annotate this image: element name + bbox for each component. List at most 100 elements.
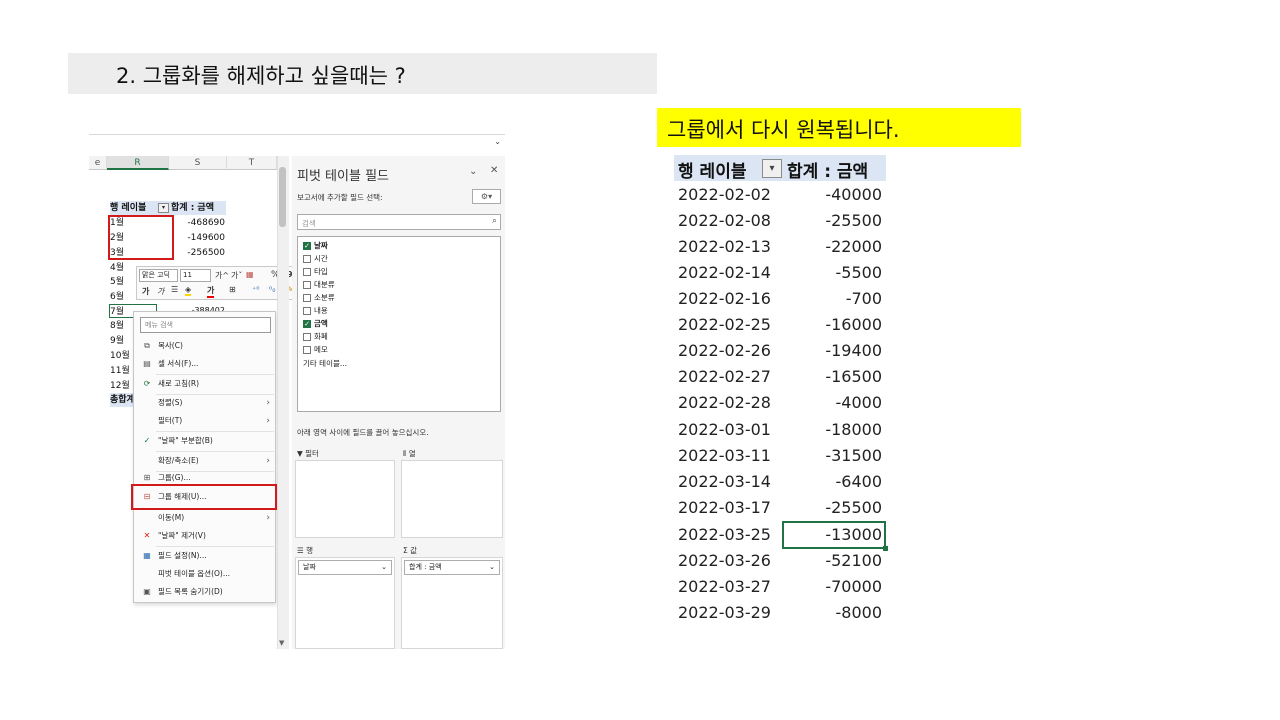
menu-item-move[interactable]: 이동(M) › <box>134 510 275 526</box>
columns-drop-area[interactable] <box>401 460 503 538</box>
pivot-row-label[interactable]: 9월 <box>110 334 124 348</box>
menu-item-pivot-options[interactable]: 피벗 테이블 옵션(O)... <box>134 566 275 582</box>
table-row[interactable]: 2022-02-25 -16000 <box>674 312 886 338</box>
checkbox[interactable] <box>303 307 311 315</box>
field-item[interactable]: 화폐 <box>303 330 328 343</box>
filter-drop-area[interactable] <box>295 460 395 538</box>
currency-format-icon[interactable]: ▦ <box>246 270 254 279</box>
decrease-decimal-icon[interactable]: ⁰₀ <box>269 285 275 294</box>
fill-color-icon[interactable]: ◈ <box>185 285 192 296</box>
field-item[interactable]: 소분류 <box>303 291 335 304</box>
table-row[interactable]: 2022-02-27 -16500 <box>674 364 886 390</box>
field-item[interactable]: 타입 <box>303 265 328 278</box>
pivot-row-label[interactable]: 4월 <box>110 261 124 275</box>
menu-item-hide-field-list[interactable]: ▣ 필드 목록 숨기기(D) <box>134 584 275 600</box>
menu-search-input[interactable]: 메뉴 검색 <box>140 317 271 333</box>
checkbox[interactable] <box>303 268 311 276</box>
menu-item-field-settings[interactable]: ▦ 필드 설정(N)... <box>134 548 275 564</box>
field-settings-icon: ▦ <box>143 551 151 560</box>
table-row[interactable]: 2022-03-29 -8000 <box>674 600 886 626</box>
close-icon[interactable]: ✕ <box>490 165 498 176</box>
scrollbar-thumb[interactable] <box>279 167 286 227</box>
checkbox-checked[interactable]: ✓ <box>303 320 311 328</box>
menu-item-remove-field[interactable]: ✕ "날짜" 제거(V) <box>134 528 275 544</box>
column-header[interactable]: S <box>169 156 227 170</box>
row-amount: -31500 <box>825 446 882 465</box>
table-row[interactable]: 2022-02-26 -19400 <box>674 338 886 364</box>
field-item[interactable]: 시간 <box>303 252 328 265</box>
increase-decimal-icon[interactable]: ⁺⁰ <box>252 285 259 294</box>
row-label-filter-icon[interactable]: ▾ <box>762 159 782 178</box>
menu-item-format-cells[interactable]: ▤ 셀 서식(F)... <box>134 356 275 372</box>
field-item-amount[interactable]: ✓ 금액 <box>303 317 328 330</box>
checkbox[interactable] <box>303 333 311 341</box>
values-field-dropdown[interactable]: 합계 : 금액 ⌄ <box>404 560 500 575</box>
checkbox-checked[interactable]: ✓ <box>303 242 311 250</box>
table-row[interactable]: 2022-02-13 -22000 <box>674 234 886 260</box>
search-icon: ⌕ <box>491 216 497 226</box>
pivot-grand-total-label[interactable]: 총합계 <box>110 393 135 407</box>
column-header[interactable]: T <box>227 156 277 170</box>
pivot-row-label[interactable]: 11월 <box>110 364 130 378</box>
checkbox[interactable] <box>303 281 311 289</box>
font-color-icon[interactable]: 가 <box>207 285 215 298</box>
rows-field-dropdown[interactable]: 날짜 ⌄ <box>298 560 392 575</box>
fill-handle[interactable] <box>883 546 888 551</box>
field-item-date[interactable]: ✓ 날짜 <box>303 239 328 252</box>
shrink-font-button[interactable]: 가ˇ <box>231 270 242 281</box>
table-row[interactable]: 2022-02-16 -700 <box>674 286 886 312</box>
pivot-row-label[interactable]: 12월 <box>110 379 130 393</box>
menu-item-expand-collapse[interactable]: 확장/축소(E) › <box>134 453 275 469</box>
table-row[interactable]: 2022-02-02 -40000 <box>674 182 886 208</box>
vertical-scrollbar[interactable] <box>277 156 289 649</box>
menu-item-filter[interactable]: 필터(T) › <box>134 413 275 429</box>
pivot-row-value[interactable]: -468690 <box>169 216 225 230</box>
pane-options-chevron-icon[interactable]: ⌄ <box>469 166 477 177</box>
table-row[interactable]: 2022-02-14 -5500 <box>674 260 886 286</box>
borders-icon[interactable]: ⊞ <box>229 285 236 294</box>
align-center-icon[interactable]: ☰ <box>171 285 178 294</box>
pivot-row-label[interactable]: 8월 <box>110 319 124 333</box>
pivot-row-label[interactable]: 5월 <box>110 275 124 289</box>
columns-area-label: ⦀ 열 <box>403 449 416 458</box>
pivot-row-label[interactable]: 10월 <box>110 349 130 363</box>
menu-item-refresh[interactable]: ⟳ 새로 고침(R) <box>134 376 275 392</box>
pivot-row-value[interactable]: -149600 <box>169 231 225 245</box>
font-name-select[interactable]: 맑은 고딕 <box>139 269 178 282</box>
column-header-selected[interactable]: R <box>107 156 169 170</box>
table-row[interactable]: 2022-03-11 -31500 <box>674 443 886 469</box>
field-item[interactable]: 내용 <box>303 304 328 317</box>
pivot-row-label[interactable]: 6월 <box>110 290 124 304</box>
italic-button[interactable]: 가 <box>157 286 164 297</box>
table-row[interactable]: 2022-03-26 -52100 <box>674 548 886 574</box>
table-row[interactable]: 2022-03-27 -70000 <box>674 574 886 600</box>
table-row[interactable]: 2022-02-28 -4000 <box>674 390 886 416</box>
row-amount: -6400 <box>835 472 883 491</box>
menu-item-subtotal[interactable]: ✓ "날짜" 부분합(B) <box>134 433 275 449</box>
field-item[interactable]: 대분류 <box>303 278 335 291</box>
menu-item-copy[interactable]: ⧉ 복사(C) <box>134 338 275 354</box>
checkbox[interactable] <box>303 255 311 263</box>
menu-item-group[interactable]: ⊞ 그룹(G)... <box>134 472 275 484</box>
grow-font-button[interactable]: 가^ <box>215 270 229 281</box>
field-item[interactable]: 메모 <box>303 343 328 356</box>
checkbox[interactable] <box>303 294 311 302</box>
ribbon-expand-icon[interactable]: ⌄ <box>494 137 501 146</box>
table-row[interactable]: 2022-02-08 -25500 <box>674 208 886 234</box>
table-row[interactable]: 2022-03-17 -25500 <box>674 495 886 521</box>
menu-item-sort[interactable]: 정렬(S) › <box>134 395 275 411</box>
table-row[interactable]: 2022-03-14 -6400 <box>674 469 886 495</box>
gear-icon[interactable]: ⚙▾ <box>472 189 501 204</box>
more-tables-link[interactable]: 기타 테이블... <box>303 357 347 370</box>
font-size-select[interactable]: 11 <box>180 269 211 282</box>
scroll-down-icon[interactable]: ▼ <box>279 639 284 647</box>
row-amount: -4000 <box>835 393 883 412</box>
field-name: 날짜 <box>314 241 328 250</box>
pivot-row-value[interactable]: -256500 <box>169 246 225 260</box>
row-label-filter-icon[interactable]: ▾ <box>158 203 169 213</box>
table-row[interactable]: 2022-03-01 -18000 <box>674 417 886 443</box>
bold-button[interactable]: 가 <box>142 286 149 297</box>
checkbox[interactable] <box>303 346 311 354</box>
column-header[interactable]: e <box>89 156 107 170</box>
field-search-input[interactable]: 검색 ⌕ <box>297 214 501 230</box>
